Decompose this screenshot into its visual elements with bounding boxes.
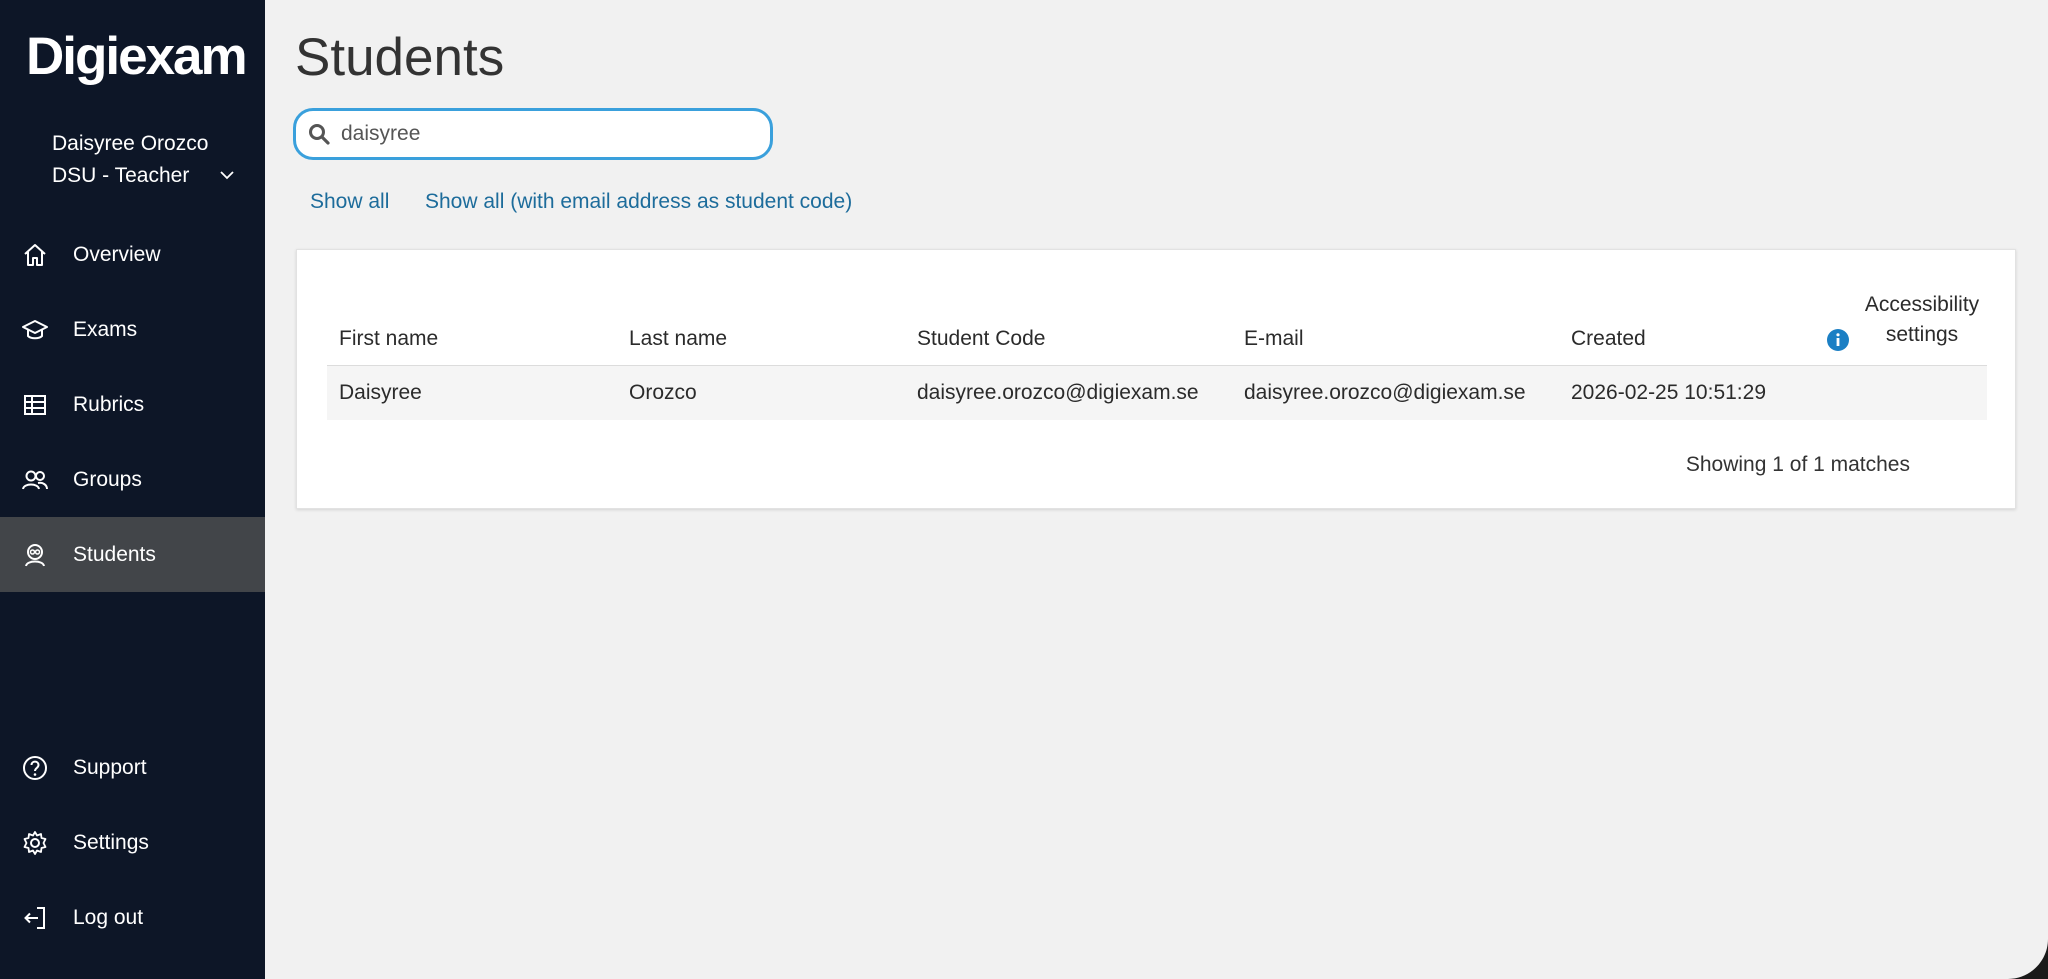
matches-count: Showing 1 of 1 matches [1685,453,1910,476]
window-corner [2008,939,2048,979]
nav-label: Students [73,542,156,566]
user-name: Daisyree Orozco [52,132,209,155]
nav-label: Log out [73,905,144,929]
header-created[interactable]: Created [1571,327,1646,351]
nav-item-support[interactable]: Support [0,730,265,805]
page-title: Students [295,28,505,87]
nav-item-settings[interactable]: Settings [0,805,265,880]
info-icon[interactable] [1827,329,1849,351]
nav-item-overview[interactable]: Overview [0,217,265,292]
nav-label: Settings [73,830,149,854]
nav-item-groups[interactable]: Groups [0,442,265,517]
cell-last-name: Orozco [629,381,697,404]
search-icon [309,124,330,145]
nav-item-exams[interactable]: Exams [0,292,265,367]
nav-label: Overview [73,242,161,266]
header-student-code[interactable]: Student Code [917,327,1045,351]
nav-label: Groups [73,467,142,491]
nav-item-logout[interactable]: Log out [0,880,265,955]
logout-icon [20,903,50,933]
header-email[interactable]: E-mail [1244,327,1304,351]
nav-item-students[interactable]: Students [0,517,265,592]
students-table-card: First name Last name Student Code E-mail… [296,249,2016,509]
graduation-cap-icon [20,315,50,345]
show-all-link[interactable]: Show all [310,190,389,214]
show-all-email-link[interactable]: Show all (with email address as student … [425,190,852,214]
chevron-down-icon[interactable] [218,166,236,184]
question-circle-icon [20,753,50,783]
header-first-name[interactable]: First name [339,327,438,351]
home-icon [20,240,50,270]
cell-created: 2026-02-25 10:51:29 [1571,381,1766,404]
student-icon [20,540,50,570]
search-box[interactable] [293,108,773,160]
users-icon [20,465,50,495]
nav-label: Support [73,755,147,779]
header-last-name[interactable]: Last name [629,327,727,351]
cell-email: daisyree.orozco@digiexam.se [1244,381,1526,404]
table-header: First name Last name Student Code E-mail… [327,290,1987,366]
header-accessibility-settings: Accessibility settings [1864,293,1980,346]
cell-student-code: daisyree.orozco@digiexam.se [917,381,1199,404]
nav-label: Rubrics [73,392,145,416]
user-menu[interactable]: Daisyree Orozco DSU - Teacher [52,128,234,192]
table-row[interactable]: Daisyree Orozco daisyree.orozco@digiexam… [327,366,1987,420]
nav-item-rubrics[interactable]: Rubrics [0,367,265,442]
sidebar: Digiexam Daisyree Orozco DSU - Teacher O… [0,0,265,979]
gear-icon [20,828,50,858]
search-input[interactable] [339,121,743,147]
user-role: DSU - Teacher [52,164,190,187]
cell-first-name: Daisyree [339,381,422,404]
app-logo[interactable]: Digiexam [26,26,248,87]
nav-label: Exams [73,317,138,341]
table-grid-icon [20,390,50,420]
